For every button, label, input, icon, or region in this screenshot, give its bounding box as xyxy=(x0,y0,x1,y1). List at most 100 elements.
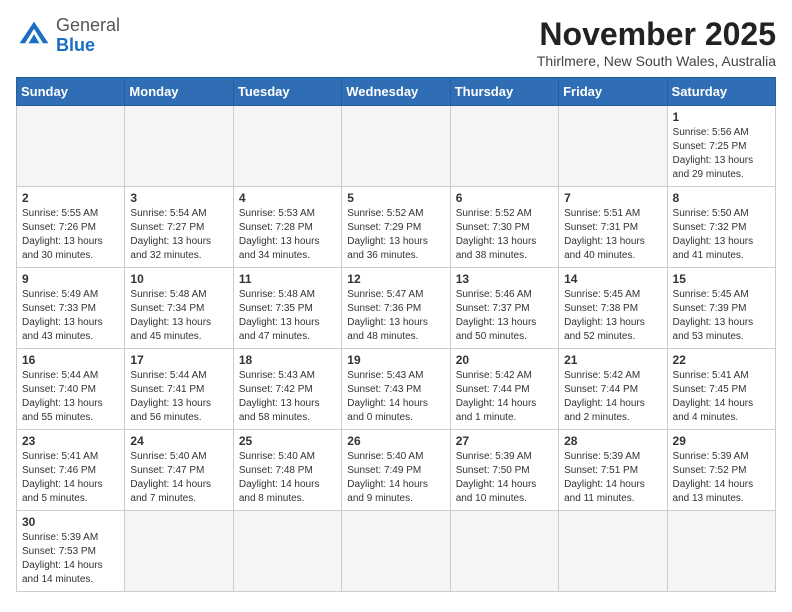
day-number: 1 xyxy=(673,110,770,124)
calendar-day: 1 Sunrise: 5:56 AM Sunset: 7:25 PM Daylig… xyxy=(667,106,775,187)
page-header: General Blue November 2025 Thirlmere, Ne… xyxy=(16,16,776,69)
day-info: Sunrise: 5:54 AM Sunset: 7:27 PM Dayligh… xyxy=(130,207,227,263)
day-info: Sunrise: 5:52 AM Sunset: 7:30 PM Dayligh… xyxy=(456,207,553,263)
day-info: Sunrise: 5:48 AM Sunset: 7:34 PM Dayligh… xyxy=(130,288,227,344)
day-info: Sunrise: 5:40 AM Sunset: 7:49 PM Dayligh… xyxy=(347,450,444,506)
calendar-week-row: 2Sunrise: 5:55 AM Sunset: 7:26 PM Daylig… xyxy=(17,187,776,268)
calendar-day: 20 Sunrise: 5:42 AM Sunset: 7:44 PM Dayli… xyxy=(450,349,558,430)
day-header-friday: Friday xyxy=(559,78,667,106)
day-info: Sunrise: 5:41 AM Sunset: 7:46 PM Dayligh… xyxy=(22,450,119,506)
calendar-day xyxy=(342,106,450,187)
day-number: 20 xyxy=(456,353,553,367)
calendar-day xyxy=(125,106,233,187)
calendar-day xyxy=(17,106,125,187)
day-number: 21 xyxy=(564,353,661,367)
calendar-day: 26Sunrise: 5:40 AM Sunset: 7:49 PM Dayli… xyxy=(342,430,450,511)
day-info: Sunrise: 5:39 AM Sunset: 7:53 PM Dayligh… xyxy=(22,531,119,587)
day-info: Sunrise: 5:44 AM Sunset: 7:40 PM Dayligh… xyxy=(22,369,119,425)
day-number: 7 xyxy=(564,191,661,205)
day-info: Sunrise: 5:44 AM Sunset: 7:41 PM Dayligh… xyxy=(130,369,227,425)
calendar-header-row: SundayMondayTuesdayWednesdayThursdayFrid… xyxy=(17,78,776,106)
calendar-day: 2Sunrise: 5:55 AM Sunset: 7:26 PM Daylig… xyxy=(17,187,125,268)
day-number: 30 xyxy=(22,515,119,529)
calendar-week-row: 30 Sunrise: 5:39 AM Sunset: 7:53 PM Dayli… xyxy=(17,511,776,592)
calendar-day xyxy=(233,106,341,187)
day-number: 4 xyxy=(239,191,336,205)
logo-general: General xyxy=(56,15,120,35)
calendar-day: 3 Sunrise: 5:54 AM Sunset: 7:27 PM Daylig… xyxy=(125,187,233,268)
calendar-day xyxy=(667,511,775,592)
calendar-day: 5 Sunrise: 5:52 AM Sunset: 7:29 PM Daylig… xyxy=(342,187,450,268)
calendar-day: 7 Sunrise: 5:51 AM Sunset: 7:31 PM Daylig… xyxy=(559,187,667,268)
calendar-day: 12 Sunrise: 5:47 AM Sunset: 7:36 PM Dayli… xyxy=(342,268,450,349)
calendar-day: 15 Sunrise: 5:45 AM Sunset: 7:39 PM Dayli… xyxy=(667,268,775,349)
day-info: Sunrise: 5:47 AM Sunset: 7:36 PM Dayligh… xyxy=(347,288,444,344)
calendar-day: 19Sunrise: 5:43 AM Sunset: 7:43 PM Dayli… xyxy=(342,349,450,430)
logo: General Blue xyxy=(16,16,120,56)
calendar-day: 11Sunrise: 5:48 AM Sunset: 7:35 PM Dayli… xyxy=(233,268,341,349)
day-number: 14 xyxy=(564,272,661,286)
day-info: Sunrise: 5:39 AM Sunset: 7:50 PM Dayligh… xyxy=(456,450,553,506)
calendar-day xyxy=(450,511,558,592)
day-number: 25 xyxy=(239,434,336,448)
calendar-day: 6 Sunrise: 5:52 AM Sunset: 7:30 PM Daylig… xyxy=(450,187,558,268)
day-info: Sunrise: 5:51 AM Sunset: 7:31 PM Dayligh… xyxy=(564,207,661,263)
day-info: Sunrise: 5:48 AM Sunset: 7:35 PM Dayligh… xyxy=(239,288,336,344)
calendar-day xyxy=(125,511,233,592)
day-number: 28 xyxy=(564,434,661,448)
day-info: Sunrise: 5:39 AM Sunset: 7:52 PM Dayligh… xyxy=(673,450,770,506)
calendar-day xyxy=(450,106,558,187)
month-title: November 2025 xyxy=(537,16,776,53)
day-info: Sunrise: 5:50 AM Sunset: 7:32 PM Dayligh… xyxy=(673,207,770,263)
day-info: Sunrise: 5:45 AM Sunset: 7:39 PM Dayligh… xyxy=(673,288,770,344)
day-header-thursday: Thursday xyxy=(450,78,558,106)
calendar-day: 16 Sunrise: 5:44 AM Sunset: 7:40 PM Dayli… xyxy=(17,349,125,430)
calendar-day: 18Sunrise: 5:43 AM Sunset: 7:42 PM Dayli… xyxy=(233,349,341,430)
day-info: Sunrise: 5:46 AM Sunset: 7:37 PM Dayligh… xyxy=(456,288,553,344)
day-number: 15 xyxy=(673,272,770,286)
calendar-day: 25Sunrise: 5:40 AM Sunset: 7:48 PM Dayli… xyxy=(233,430,341,511)
day-header-sunday: Sunday xyxy=(17,78,125,106)
day-number: 12 xyxy=(347,272,444,286)
day-info: Sunrise: 5:42 AM Sunset: 7:44 PM Dayligh… xyxy=(456,369,553,425)
day-info: Sunrise: 5:41 AM Sunset: 7:45 PM Dayligh… xyxy=(673,369,770,425)
calendar-day: 13 Sunrise: 5:46 AM Sunset: 7:37 PM Dayli… xyxy=(450,268,558,349)
logo-text: General Blue xyxy=(56,16,120,56)
calendar-day: 24Sunrise: 5:40 AM Sunset: 7:47 PM Dayli… xyxy=(125,430,233,511)
day-info: Sunrise: 5:52 AM Sunset: 7:29 PM Dayligh… xyxy=(347,207,444,263)
title-block: November 2025 Thirlmere, New South Wales… xyxy=(537,16,776,69)
calendar-day: 23Sunrise: 5:41 AM Sunset: 7:46 PM Dayli… xyxy=(17,430,125,511)
calendar-table: SundayMondayTuesdayWednesdayThursdayFrid… xyxy=(16,77,776,592)
day-info: Sunrise: 5:56 AM Sunset: 7:25 PM Dayligh… xyxy=(673,126,770,182)
day-info: Sunrise: 5:39 AM Sunset: 7:51 PM Dayligh… xyxy=(564,450,661,506)
day-number: 13 xyxy=(456,272,553,286)
day-info: Sunrise: 5:42 AM Sunset: 7:44 PM Dayligh… xyxy=(564,369,661,425)
day-info: Sunrise: 5:40 AM Sunset: 7:47 PM Dayligh… xyxy=(130,450,227,506)
calendar-day: 17 Sunrise: 5:44 AM Sunset: 7:41 PM Dayli… xyxy=(125,349,233,430)
calendar-day: 28 Sunrise: 5:39 AM Sunset: 7:51 PM Dayli… xyxy=(559,430,667,511)
day-number: 22 xyxy=(673,353,770,367)
logo-blue: Blue xyxy=(56,35,95,55)
day-number: 5 xyxy=(347,191,444,205)
calendar-day: 21 Sunrise: 5:42 AM Sunset: 7:44 PM Dayli… xyxy=(559,349,667,430)
day-info: Sunrise: 5:43 AM Sunset: 7:43 PM Dayligh… xyxy=(347,369,444,425)
day-header-wednesday: Wednesday xyxy=(342,78,450,106)
day-header-saturday: Saturday xyxy=(667,78,775,106)
day-number: 2 xyxy=(22,191,119,205)
calendar-week-row: 23Sunrise: 5:41 AM Sunset: 7:46 PM Dayli… xyxy=(17,430,776,511)
calendar-day xyxy=(233,511,341,592)
calendar-day xyxy=(559,511,667,592)
day-number: 16 xyxy=(22,353,119,367)
calendar-day: 29Sunrise: 5:39 AM Sunset: 7:52 PM Dayli… xyxy=(667,430,775,511)
calendar-day xyxy=(559,106,667,187)
day-number: 18 xyxy=(239,353,336,367)
calendar-day: 8Sunrise: 5:50 AM Sunset: 7:32 PM Daylig… xyxy=(667,187,775,268)
calendar-day: 30 Sunrise: 5:39 AM Sunset: 7:53 PM Dayli… xyxy=(17,511,125,592)
day-number: 27 xyxy=(456,434,553,448)
day-number: 6 xyxy=(456,191,553,205)
day-number: 17 xyxy=(130,353,227,367)
calendar-day: 14Sunrise: 5:45 AM Sunset: 7:38 PM Dayli… xyxy=(559,268,667,349)
logo-icon xyxy=(16,18,52,54)
day-info: Sunrise: 5:53 AM Sunset: 7:28 PM Dayligh… xyxy=(239,207,336,263)
day-number: 3 xyxy=(130,191,227,205)
